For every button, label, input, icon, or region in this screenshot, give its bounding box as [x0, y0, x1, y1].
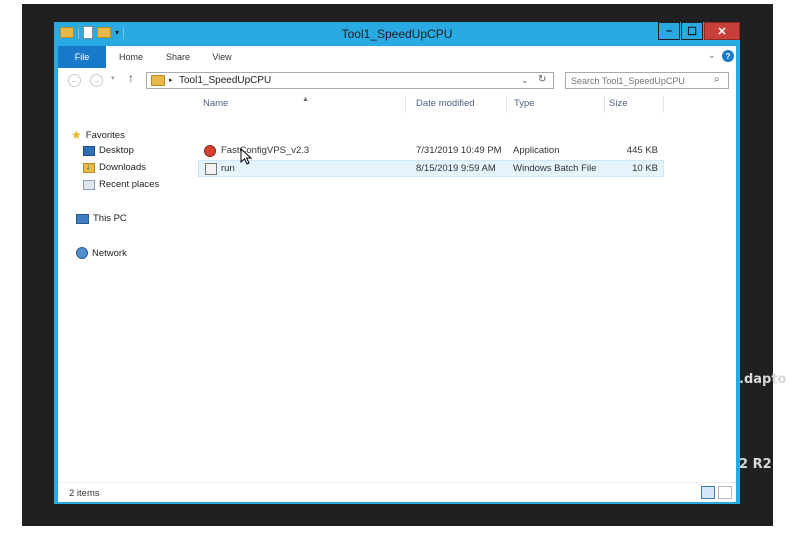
back-button[interactable]: ←	[68, 74, 81, 87]
file-name: run	[221, 163, 235, 174]
mouse-pointer-icon	[240, 148, 253, 165]
sidebar-item-this-pc[interactable]: This PC	[76, 213, 127, 224]
file-size: 445 KB	[626, 145, 658, 156]
network-icon	[76, 247, 88, 259]
background-text-2: 2 R2	[739, 457, 772, 472]
search-icon[interactable]: ⌕	[714, 74, 720, 85]
close-button[interactable]: ✕	[704, 22, 740, 40]
title-bar[interactable]: ▾ Tool1_SpeedUpCPU – ☐ ✕	[54, 22, 740, 46]
recent-locations-icon[interactable]: ▾	[111, 74, 115, 82]
tab-file[interactable]: File	[58, 46, 106, 68]
sidebar-item-favorites[interactable]: ★ Favorites	[68, 128, 133, 142]
window-title: Tool1_SpeedUpCPU	[341, 27, 453, 41]
star-icon: ★	[71, 128, 82, 142]
sidebar-item-label: Favorites	[85, 129, 125, 141]
navigation-pane: ★ Favorites Desktop ↓ Downloads Recent p…	[58, 92, 188, 482]
computer-icon	[76, 213, 89, 224]
downloads-icon: ↓	[83, 162, 95, 173]
folder-icon	[151, 75, 165, 86]
file-type: Application	[513, 145, 560, 156]
expand-ribbon-icon[interactable]: ⌄	[708, 50, 716, 61]
forward-button[interactable]: →	[90, 74, 103, 87]
sort-ascending-icon: ▲	[302, 96, 309, 103]
refresh-icon[interactable]: ↻	[538, 74, 546, 85]
content-area: ★ Favorites Desktop ↓ Downloads Recent p…	[58, 92, 736, 482]
sidebar-item-label: Downloads	[99, 162, 146, 173]
column-header-size[interactable]: Size	[604, 95, 664, 113]
sidebar-item-downloads[interactable]: ↓ Downloads	[83, 162, 146, 173]
ribbon-tabs: File Home Share View ⌄ ?	[58, 46, 736, 69]
sidebar-item-label: This PC	[93, 213, 127, 224]
tab-share[interactable]: Share	[156, 46, 200, 68]
column-header-name[interactable]: ▲ Name	[198, 95, 406, 113]
address-bar[interactable]: ▸ Tool1_SpeedUpCPU ⌄ ↻	[146, 72, 554, 89]
sidebar-item-label: Desktop	[99, 145, 134, 156]
file-list: ▲ Name Date modified Type Size FastConfi…	[198, 92, 736, 482]
sidebar-item-desktop[interactable]: Desktop	[83, 145, 134, 156]
application-icon	[204, 145, 216, 157]
navigation-bar: ← → ▾ ↑ ▸ Tool1_SpeedUpCPU ⌄ ↻ ⌕	[58, 68, 736, 92]
file-date: 7/31/2019 10:49 PM	[416, 145, 502, 156]
status-bar: 2 items	[58, 482, 736, 502]
sidebar-item-recent-places[interactable]: Recent places	[83, 179, 159, 190]
table-row[interactable]: run 8/15/2019 9:59 AM Windows Batch File…	[198, 160, 664, 177]
details-view-button[interactable]	[701, 486, 715, 499]
column-label: Size	[609, 98, 628, 109]
breadcrumb-separator-icon[interactable]: ▸	[169, 76, 173, 84]
recent-places-icon	[83, 179, 95, 190]
item-count: 2 items	[69, 488, 100, 499]
column-label: Type	[514, 98, 535, 109]
help-icon[interactable]: ?	[722, 50, 734, 62]
window-controls: – ☐ ✕	[658, 22, 740, 40]
column-header-type[interactable]: Type	[509, 95, 605, 113]
sidebar-item-network[interactable]: Network	[76, 247, 127, 259]
up-button[interactable]: ↑	[128, 71, 134, 85]
minimize-button[interactable]: –	[658, 22, 680, 40]
maximize-button[interactable]: ☐	[681, 22, 703, 40]
desktop-icon	[83, 145, 95, 156]
sidebar-item-label: Recent places	[99, 179, 160, 190]
explorer-window: ▾ Tool1_SpeedUpCPU – ☐ ✕ File Home Share…	[54, 22, 740, 504]
tab-home[interactable]: Home	[106, 46, 156, 68]
file-name: FastConfigVPS_v2.3	[221, 145, 310, 156]
search-box[interactable]: ⌕	[565, 72, 729, 89]
background-text-1: .dapto	[739, 372, 787, 387]
batch-file-icon	[205, 163, 217, 175]
column-label: Name	[203, 98, 229, 109]
file-type: Windows Batch File	[513, 163, 597, 174]
table-row[interactable]: FastConfigVPS_v2.3 7/31/2019 10:49 PM Ap…	[198, 143, 664, 160]
column-header-date-modified[interactable]: Date modified	[411, 95, 507, 113]
address-dropdown-icon[interactable]: ⌄	[521, 75, 529, 86]
tab-view[interactable]: View	[200, 46, 244, 68]
search-input[interactable]	[566, 73, 711, 88]
sidebar-item-label: Network	[92, 247, 127, 259]
file-size: 10 KB	[632, 163, 658, 174]
file-date: 8/15/2019 9:59 AM	[416, 163, 496, 174]
large-icons-view-button[interactable]	[718, 486, 732, 499]
column-label: Date modified	[416, 98, 475, 109]
breadcrumb[interactable]: Tool1_SpeedUpCPU	[179, 75, 271, 86]
